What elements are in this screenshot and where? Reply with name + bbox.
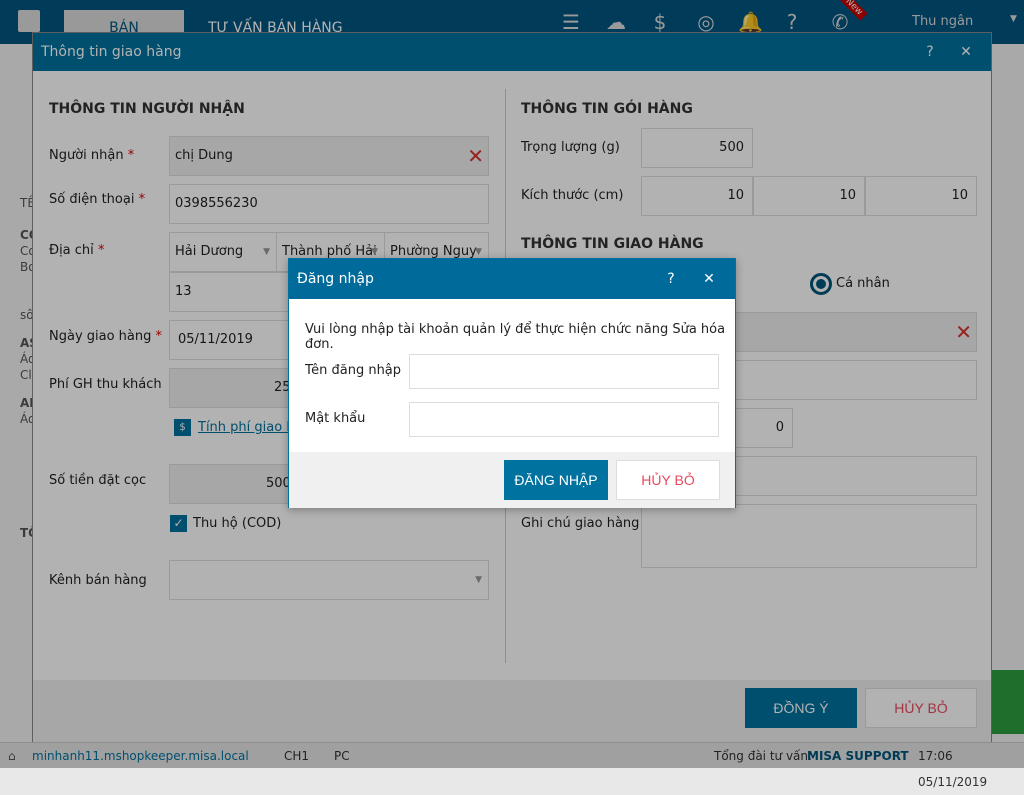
login-submit-button[interactable]: ĐĂNG NHẬP (504, 460, 608, 500)
login-message: Vui lòng nhập tài khoản quản lý để thực … (305, 322, 726, 352)
login-close-button[interactable]: ✕ (699, 259, 719, 299)
login-title: Đăng nhập (297, 271, 374, 287)
login-dialog: Đăng nhập ? ✕ Vui lòng nhập tài khoản qu… (288, 258, 736, 508)
password-input[interactable] (409, 402, 719, 437)
password-label: Mật khẩu (305, 411, 366, 426)
username-label: Tên đăng nhập (305, 363, 402, 378)
login-cancel-button[interactable]: HỦY BỎ (616, 460, 720, 500)
login-help-button[interactable]: ? (661, 259, 681, 299)
username-input[interactable] (409, 354, 719, 389)
